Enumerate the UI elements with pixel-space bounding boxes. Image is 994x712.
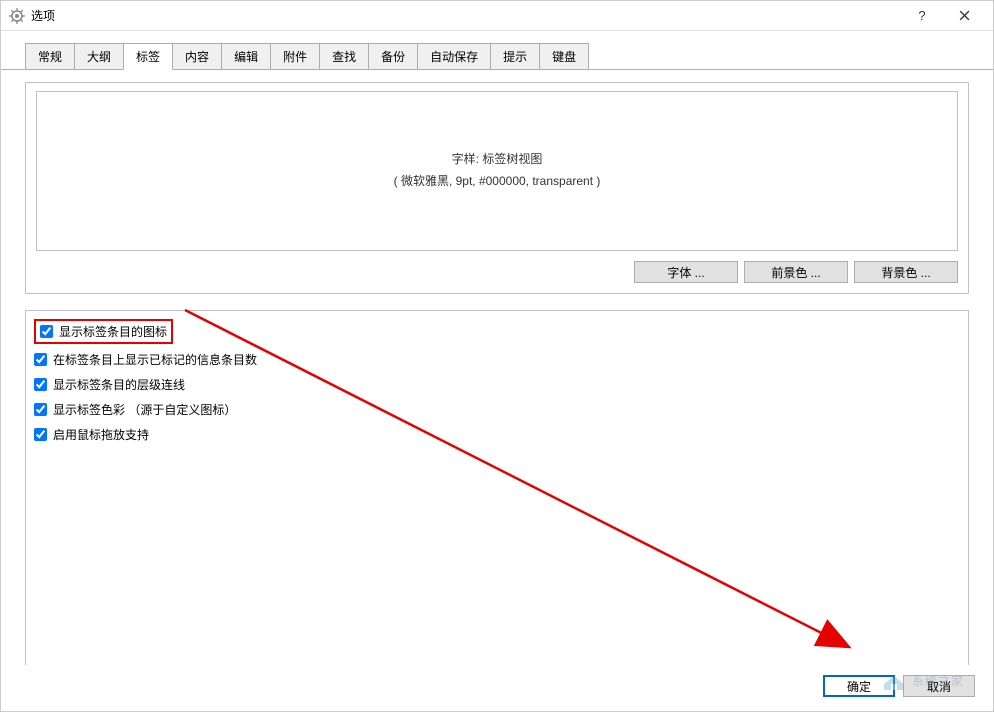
checkbox-show-tag-count[interactable] (34, 353, 47, 366)
tab-keyboard[interactable]: 键盘 (539, 43, 589, 69)
window-controls: ? (901, 2, 985, 30)
ok-button[interactable]: 确定 (823, 675, 895, 697)
background-color-button[interactable]: 背景色 ... (854, 261, 958, 283)
tab-search[interactable]: 查找 (319, 43, 369, 69)
tab-edit[interactable]: 编辑 (221, 43, 271, 69)
tab-content-area: 字样: 标签树视图 ( 微软雅黑, 9pt, #000000, transpar… (1, 70, 993, 665)
help-button[interactable]: ? (901, 2, 943, 30)
tab-content[interactable]: 内容 (172, 43, 222, 69)
preview-line-2: ( 微软雅黑, 9pt, #000000, transparent ) (394, 171, 601, 193)
font-buttons-row: 字体 ... 前景色 ... 背景色 ... (36, 261, 958, 283)
checkbox-label: 启用鼠标拖放支持 (53, 426, 149, 443)
titlebar: 选项 ? (1, 1, 993, 31)
tab-autosave[interactable]: 自动保存 (417, 43, 491, 69)
tab-backup[interactable]: 备份 (368, 43, 418, 69)
dialog-footer: 确定 取消 (1, 665, 993, 711)
preview-line-1: 字样: 标签树视图 (452, 149, 543, 171)
tab-attachment[interactable]: 附件 (270, 43, 320, 69)
checkbox-show-tag-color[interactable] (34, 403, 47, 416)
checkbox-label: 显示标签条目的层级连线 (53, 376, 185, 393)
font-button[interactable]: 字体 ... (634, 261, 738, 283)
foreground-color-button[interactable]: 前景色 ... (744, 261, 848, 283)
checkbox-label: 在标签条目上显示已标记的信息条目数 (53, 351, 257, 368)
checkbox-show-tag-icons[interactable] (40, 325, 53, 338)
window-title: 选项 (31, 7, 901, 24)
checkbox-enable-drag-drop[interactable] (34, 428, 47, 441)
gear-icon (9, 8, 25, 24)
cancel-button[interactable]: 取消 (903, 675, 975, 697)
close-button[interactable] (943, 2, 985, 30)
tab-tags[interactable]: 标签 (123, 43, 173, 70)
checkbox-label: 显示标签色彩 （源于自定义图标） (53, 401, 236, 418)
tab-outline[interactable]: 大纲 (74, 43, 124, 69)
options-panel: 显示标签条目的图标 在标签条目上显示已标记的信息条目数 显示标签条目的层级连线 … (25, 310, 969, 665)
options-window: 选项 ? 常规 大纲 标签 内容 编辑 附件 查找 备份 自动保存 提示 键盘 … (0, 0, 994, 712)
tab-hints[interactable]: 提示 (490, 43, 540, 69)
tab-bar: 常规 大纲 标签 内容 编辑 附件 查找 备份 自动保存 提示 键盘 (1, 31, 993, 70)
checkbox-label: 显示标签条目的图标 (59, 323, 167, 340)
font-preview-panel: 字样: 标签树视图 ( 微软雅黑, 9pt, #000000, transpar… (25, 82, 969, 294)
font-preview-box: 字样: 标签树视图 ( 微软雅黑, 9pt, #000000, transpar… (36, 91, 958, 251)
tab-general[interactable]: 常规 (25, 43, 75, 69)
highlighted-option: 显示标签条目的图标 (34, 319, 173, 344)
close-icon (959, 10, 970, 21)
checkbox-show-tag-lines[interactable] (34, 378, 47, 391)
